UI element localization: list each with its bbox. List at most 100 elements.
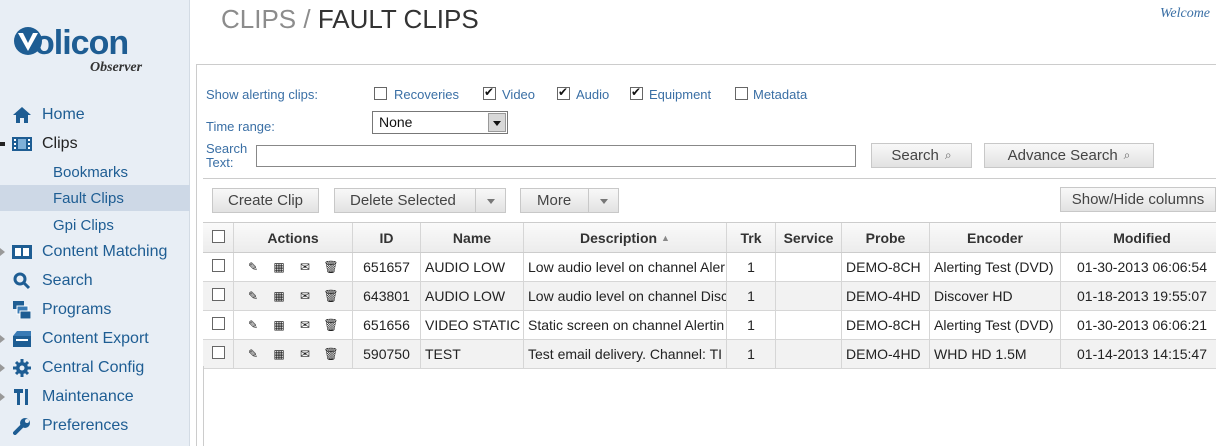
sidebar-item-search[interactable]: Search [0,268,190,294]
brand-name: olicon [34,24,129,62]
row-actions-cell: ✎ ▦ ✉ 🗑 [234,253,353,281]
column-header-description-label: Description [580,229,658,246]
trash-icon[interactable]: 🗑 [318,347,344,361]
sidebar-item-gpi-clips[interactable]: Gpi Clips [0,212,190,238]
column-header-name[interactable]: Name [421,223,524,252]
sidebar-item-clips[interactable]: Clips [0,131,190,157]
trash-icon[interactable]: 🗑 [318,318,344,332]
column-header-description[interactable]: Description ▲ [524,223,727,252]
create-clip-button[interactable]: Create Clip [212,188,319,213]
clips-table: Actions ID Name Description ▲ Trk Service… [203,222,1216,369]
cell-name: AUDIO LOW [421,282,524,310]
row-checkbox[interactable] [212,317,225,330]
email-icon[interactable]: ✉ [292,318,318,332]
collapsed-arrow-icon [0,335,5,343]
sidebar-item-preferences[interactable]: Preferences [0,413,190,439]
cell-trk: 1 [727,311,776,339]
column-header-modified[interactable]: Modified [1061,223,1216,252]
table-row[interactable]: ✎ ▦ ✉ 🗑 590750 TEST Test email delivery. Chann… [203,340,1216,369]
edit-icon[interactable]: ✎ [240,347,266,361]
film-icon[interactable]: ▦ [266,260,292,274]
film-icon[interactable]: ▦ [266,289,292,303]
row-checkbox[interactable] [212,288,225,301]
show-hide-columns-button[interactable]: Show/Hide columns [1060,187,1216,212]
row-checkbox[interactable] [212,346,225,359]
chevron-down-icon[interactable] [475,189,505,212]
email-icon[interactable]: ✉ [292,347,318,361]
label-recoveries: Recoveries [394,87,460,102]
sidebar-item-central-config[interactable]: Central Config [0,355,190,381]
trash-icon[interactable]: 🗑 [318,289,344,303]
cell-trk: 1 [727,282,776,310]
email-icon[interactable]: ✉ [292,289,318,303]
brand-product: Observer [90,60,143,75]
column-header-encoder[interactable]: Encoder [930,223,1061,252]
table-row[interactable]: ✎ ▦ ✉ 🗑 651656 VIDEO STATIC Static screen on c… [203,311,1216,340]
cell-service [776,311,842,339]
magnifier-icon: ⌕ [1123,148,1131,162]
divider [203,178,1216,179]
sidebar-item-label: Programs [42,301,112,318]
checkbox-recoveries[interactable] [374,87,387,100]
edit-icon[interactable]: ✎ [240,260,266,274]
sidebar-item-content-matching[interactable]: Content Matching [0,239,190,265]
chevron-down-icon[interactable] [588,189,618,212]
sidebar-subitem-label: Gpi Clips [53,216,114,234]
cell-service [776,253,842,281]
edit-icon[interactable]: ✎ [240,289,266,303]
time-range-value: None [379,114,413,130]
delete-selected-button[interactable]: Delete Selected [334,188,506,213]
breadcrumb-separator: / [296,4,318,34]
sidebar-subitem-label: Bookmarks [53,163,129,181]
row-actions-cell: ✎ ▦ ✉ 🗑 [234,311,353,339]
sidebar-item-label: Search [42,272,93,289]
film-icon[interactable]: ▦ [266,347,292,361]
sidebar-item-home[interactable]: Home [0,102,190,128]
search-button-label: Search [891,147,939,164]
trash-icon[interactable]: 🗑 [318,260,344,274]
column-header-probe[interactable]: Probe [842,223,930,252]
page-title: CLIPS / FAULT CLIPS [221,4,479,35]
sort-icon: ▲ [661,232,670,243]
table-row[interactable]: ✎ ▦ ✉ 🗑 643801 AUDIO LOW Low audio level on ch… [203,282,1216,311]
row-select-cell [203,253,234,281]
checkbox-equipment[interactable] [630,85,643,100]
row-select-cell [203,282,234,310]
checkbox-video[interactable] [483,85,496,100]
search-input[interactable] [256,145,856,167]
sidebar-item-label: Maintenance [42,388,134,405]
sidebar-item-fault-clips[interactable]: Fault Clips [0,185,190,211]
more-button[interactable]: More [520,188,619,213]
sidebar-item-bookmarks[interactable]: Bookmarks [0,159,190,185]
column-header-trk[interactable]: Trk [727,223,776,252]
sidebar-item-maintenance[interactable]: Maintenance [0,384,190,410]
sidebar-item-content-export[interactable]: Content Export [0,326,190,352]
column-header-service[interactable]: Service [776,223,842,252]
select-all-checkbox[interactable] [212,230,225,243]
sidebar-item-label: Clips [42,135,78,152]
chevron-down-icon[interactable] [488,113,506,132]
advance-search-button[interactable]: Advance Search ⌕ [984,143,1154,168]
search-icon [12,271,32,291]
checkbox-audio[interactable] [557,85,570,100]
email-icon[interactable]: ✉ [292,260,318,274]
row-checkbox[interactable] [212,259,225,272]
film-icon[interactable]: ▦ [266,318,292,332]
edit-icon[interactable]: ✎ [240,318,266,332]
search-button[interactable]: Search ⌕ [871,143,972,168]
sidebar-item-label: Content Matching [42,243,168,260]
cell-name: AUDIO LOW [421,253,524,281]
table-row[interactable]: ✎ ▦ ✉ 🗑 651657 AUDIO LOW Low audio level on ch… [203,253,1216,282]
cell-id: 651656 [353,311,421,339]
sidebar-item-programs[interactable]: Programs [0,297,190,323]
cell-encoder: Alerting Test (DVD) [930,253,1061,281]
column-header-id[interactable]: ID [353,223,421,252]
advance-search-button-label: Advance Search [1007,147,1118,164]
time-range-select[interactable]: None [372,111,508,134]
collapsed-arrow-icon [0,248,5,256]
cell-name: TEST [421,340,524,368]
collapsed-arrow-icon [0,364,5,372]
sidebar-item-label: Preferences [42,417,129,434]
checkbox-metadata[interactable] [735,87,748,100]
row-select-cell [203,340,234,368]
